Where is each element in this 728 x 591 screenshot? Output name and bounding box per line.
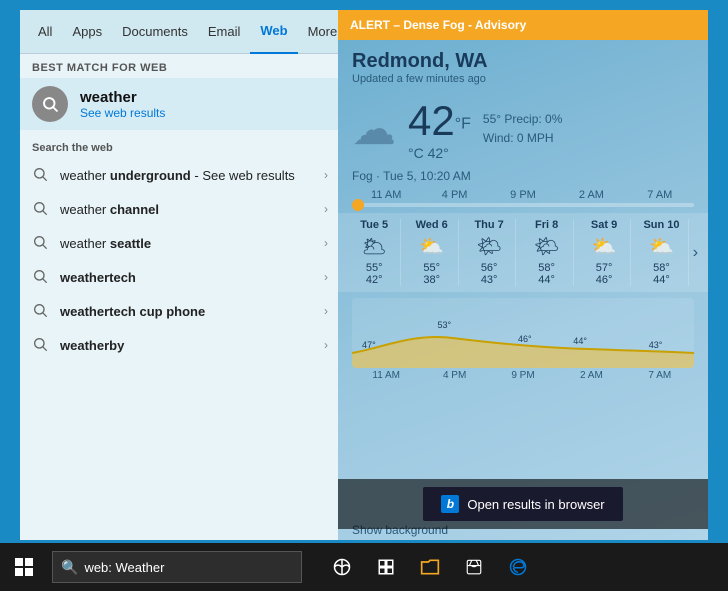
tab-email[interactable]: Email: [198, 10, 251, 54]
web-result-seattle[interactable]: weather seattle ›: [20, 226, 340, 260]
sun-cloud-icon: 🌤: [534, 234, 559, 259]
web-result-channel[interactable]: weather channel ›: [20, 192, 340, 226]
chevron-right-icon: ›: [324, 338, 328, 352]
svg-text:46°: 46°: [518, 334, 532, 344]
forecast-day-sun: Sun 10 ⛅ 58°44°: [635, 219, 688, 286]
forecast-day-fri: Fri 8 🌤 58°44°: [520, 219, 573, 286]
svg-text:47°: 47°: [362, 340, 376, 350]
best-match-title: weather: [80, 89, 165, 106]
chevron-right-icon: ›: [324, 270, 328, 284]
file-explorer-button[interactable]: [410, 543, 450, 591]
web-result-underground[interactable]: weather underground - See web results ›: [20, 158, 340, 192]
search-icon: [32, 200, 50, 218]
weather-cloud-icon: ☁: [352, 104, 396, 155]
taskbar: 🔍: [0, 543, 728, 591]
weather-details: 55° Precip: 0% Wind: 0 MPH: [483, 110, 563, 148]
search-web-label: Search the web: [20, 134, 340, 158]
windows-logo-icon: [15, 558, 33, 576]
forecast-chevron-right[interactable]: ›: [693, 219, 698, 286]
search-icon: [32, 234, 50, 252]
best-match-label: Best match for web: [20, 54, 340, 78]
partly-cloudy-icon: ⛅: [419, 234, 444, 259]
open-browser-button[interactable]: b Open results in browser: [423, 487, 622, 521]
svg-text:43°: 43°: [649, 340, 663, 350]
web-result-weathertech-cup[interactable]: weathertech cup phone ›: [20, 294, 340, 328]
search-icon: [32, 86, 68, 122]
search-panel: All Apps Documents Email Web More ▾ Feed…: [20, 10, 340, 540]
search-icon: [32, 166, 50, 184]
web-result-weatherby[interactable]: weatherby ›: [20, 328, 340, 362]
weather-city: Redmond, WA: [352, 50, 694, 73]
weather-temp-unit: °F: [455, 116, 471, 133]
open-browser-bar: b Open results in browser: [338, 479, 708, 529]
tabs-bar: All Apps Documents Email Web More ▾ Feed…: [20, 10, 340, 54]
weather-current: ☁ 42°F °C 42° 55° Precip: 0% Wind: 0 MPH: [338, 89, 708, 169]
forecast-day-wed: Wed 6 ⛅ 55°38°: [405, 219, 458, 286]
taskbar-icons: [322, 543, 538, 591]
start-button[interactable]: [0, 543, 48, 591]
cortana-button[interactable]: [366, 543, 406, 591]
search-icon: [32, 268, 50, 286]
chevron-right-icon: ›: [324, 236, 328, 250]
weather-condition: Fog · Tue 5, 10:20 AM: [338, 169, 708, 189]
svg-text:44°: 44°: [573, 336, 587, 346]
search-icon: 🔍: [61, 559, 78, 576]
cloud-icon: 🌥: [362, 234, 387, 259]
forecast-day-thu: Thu 7 🌤 56°43°: [463, 219, 516, 286]
best-match-content: weather See web results: [80, 89, 165, 120]
store-button[interactable]: [454, 543, 494, 591]
open-browser-label: Open results in browser: [467, 497, 604, 512]
forecast-day-sat: Sat 9 ⛅ 57°46°: [578, 219, 631, 286]
tab-all[interactable]: All: [28, 10, 62, 54]
svg-text:53°: 53°: [438, 320, 452, 330]
tab-web[interactable]: Web: [250, 10, 297, 54]
chevron-right-icon: ›: [324, 168, 328, 182]
bing-logo-icon: b: [441, 495, 459, 513]
weather-alert-bar: ALERT – Dense Fog - Advisory: [338, 10, 708, 40]
partly-cloudy-icon: ⛅: [649, 234, 674, 259]
taskbar-search-box[interactable]: 🔍: [52, 551, 302, 583]
weather-panel: ALERT – Dense Fog - Advisory Redmond, WA…: [338, 10, 708, 540]
chevron-right-icon: ›: [324, 304, 328, 318]
chevron-right-icon: ›: [324, 202, 328, 216]
sun-cloud-icon: 🌤: [476, 234, 501, 259]
result-text-weathertech: weathertech: [60, 270, 314, 285]
search-icon: [32, 336, 50, 354]
tab-apps[interactable]: Apps: [62, 10, 112, 54]
slider-thumb: [352, 199, 364, 211]
see-web-results-link[interactable]: See web results: [80, 106, 165, 120]
task-view-button[interactable]: [322, 543, 362, 591]
result-text-weathertech-cup: weathertech cup phone: [60, 304, 314, 319]
hourly-slider[interactable]: [352, 203, 694, 207]
forecast-day-tue: Tue 5 🌥 55°42°: [348, 219, 401, 286]
hourly-time-labels: 11 AM 4 PM 9 PM 2 AM 7 AM: [338, 189, 708, 201]
tab-documents[interactable]: Documents: [112, 10, 198, 54]
web-result-weathertech[interactable]: weathertech ›: [20, 260, 340, 294]
weather-updated: Updated a few minutes ago: [352, 73, 694, 85]
taskbar-search-input[interactable]: [84, 560, 274, 575]
result-text-seattle: weather seattle: [60, 236, 314, 251]
chart-time-labels: 11 AM 4 PM 9 PM 2 AM 7 AM: [338, 368, 708, 383]
best-match-item[interactable]: weather See web results: [20, 78, 340, 130]
search-icon: [32, 302, 50, 320]
temperature-chart: 47° 53° 46° 44° 43°: [352, 298, 694, 368]
edge-browser-button[interactable]: [498, 543, 538, 591]
result-text-channel: weather channel: [60, 202, 314, 217]
result-text-underground: weather underground - See web results: [60, 168, 314, 183]
weather-temp-c: °C 42°: [408, 145, 471, 161]
forecast-row: Tue 5 🌥 55°42° Wed 6 ⛅ 55°38° Thu 7 🌤 56…: [338, 213, 708, 292]
weather-header: Redmond, WA Updated a few minutes ago: [338, 40, 708, 89]
partly-cloudy-icon: ⛅: [592, 234, 617, 259]
weather-temp-block: 42°F °C 42°: [408, 97, 471, 161]
weather-temp-value: 42: [408, 97, 455, 144]
result-text-weatherby: weatherby: [60, 338, 314, 353]
